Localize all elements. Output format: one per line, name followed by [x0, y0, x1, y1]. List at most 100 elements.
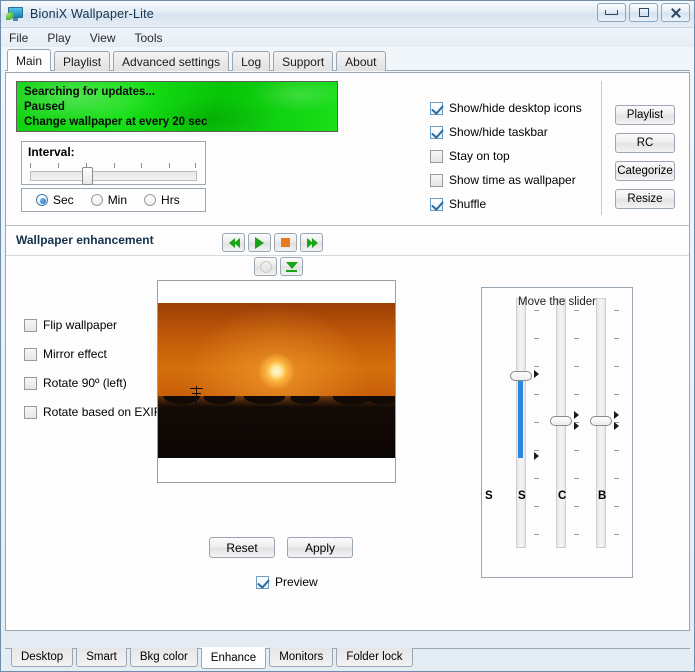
checkbox-show-hide-desktop-icons[interactable]: Show/hide desktop icons: [430, 101, 582, 115]
minimize-button[interactable]: [597, 3, 626, 22]
brightness-slider-thumb[interactable]: [590, 416, 612, 426]
checkbox-rotate-90-left[interactable]: Rotate 90º (left): [24, 376, 161, 390]
window-controls: [597, 3, 690, 22]
radio-min-label: Min: [107, 193, 128, 207]
radio-hrs-label: Hrs: [161, 193, 180, 207]
bottom-tab-enhance[interactable]: Enhance: [200, 648, 267, 669]
brightness-label: B: [598, 490, 607, 502]
saturation-slider[interactable]: S: [508, 298, 544, 548]
close-button[interactable]: [661, 3, 690, 22]
checkbox-label: Rotate based on EXIF: [43, 405, 162, 419]
checkbox-box: [430, 173, 443, 187]
contrast-slider[interactable]: C: [548, 298, 584, 548]
saturation-slider-fill: [518, 376, 523, 458]
bottom-tab-folder-lock[interactable]: Folder lock: [336, 648, 413, 667]
adjustment-slider-panel: Move the slider S S C B: [481, 287, 633, 578]
interval-label: Interval:: [28, 145, 75, 159]
checkbox-box: [256, 575, 269, 589]
tab-advanced-settings[interactable]: Advanced settings: [113, 51, 230, 71]
checkbox-label: Mirror effect: [43, 347, 107, 361]
download-button[interactable]: [280, 257, 303, 276]
checkbox-label: Stay on top: [449, 149, 510, 163]
checkbox-label: Show time as wallpaper: [449, 173, 576, 187]
radio-sec-dot: [36, 194, 48, 206]
interval-slider-track[interactable]: [30, 171, 197, 181]
tab-playlist[interactable]: Playlist: [54, 51, 111, 71]
main-tab-panel: Searching for updates... Paused Change w…: [5, 72, 690, 631]
checkbox-shuffle[interactable]: Shuffle: [430, 197, 582, 211]
tab-support[interactable]: Support: [273, 51, 334, 71]
interval-slider-thumb[interactable]: [82, 167, 93, 185]
bottom-tab-row: Desktop Smart Bkg color Enhance Monitors…: [11, 648, 416, 669]
play-button[interactable]: [248, 233, 271, 252]
checkbox-preview[interactable]: Preview: [256, 575, 318, 589]
options-checkbox-group: Show/hide desktop icons Show/hide taskba…: [430, 101, 582, 211]
saturation-slider-ticks: [534, 298, 540, 548]
bottom-tab-bkg-color[interactable]: Bkg color: [129, 648, 198, 667]
stop-button[interactable]: [274, 233, 297, 252]
interval-panel: Interval:: [21, 141, 206, 185]
sunset-wallpaper-thumbnail: [158, 303, 395, 458]
saturation-slider-thumb[interactable]: [510, 371, 532, 381]
rc-button[interactable]: RC: [615, 133, 675, 153]
tab-main[interactable]: Main: [7, 49, 52, 71]
checkbox-box: [430, 125, 443, 139]
playback-row-primary: [222, 233, 323, 252]
top-section: Searching for updates... Paused Change w…: [6, 73, 689, 276]
menu-item-file[interactable]: File: [9, 31, 28, 45]
rewind-icon: [228, 237, 240, 248]
checkbox-box: [24, 347, 37, 361]
menu-item-tools[interactable]: Tools: [134, 31, 162, 45]
checkbox-rotate-based-on-exif[interactable]: Rotate based on EXIF: [24, 405, 161, 419]
maximize-button[interactable]: [629, 3, 658, 22]
utility-pole: [190, 386, 203, 410]
checkbox-label: Preview: [275, 575, 318, 589]
checkbox-label: Show/hide desktop icons: [449, 101, 582, 115]
tab-log[interactable]: Log: [232, 51, 271, 71]
resize-button[interactable]: Resize: [615, 189, 675, 209]
menu-item-view[interactable]: View: [90, 31, 116, 45]
saturation-label: S: [518, 490, 526, 502]
brightness-slider[interactable]: B: [588, 298, 624, 548]
interval-slider-ticks: [30, 163, 197, 169]
wallpaper-preview-frame[interactable]: [157, 280, 396, 483]
next-button[interactable]: [300, 233, 323, 252]
tab-about[interactable]: About: [336, 51, 386, 71]
contrast-slider-thumb[interactable]: [550, 416, 572, 426]
monitor-leaf-icon: [6, 7, 24, 21]
radio-hrs[interactable]: Hrs: [144, 193, 180, 207]
checkbox-box: [430, 101, 443, 115]
checkbox-box: [24, 405, 37, 419]
reset-button[interactable]: Reset: [209, 537, 275, 558]
record-button[interactable]: [254, 257, 277, 276]
radio-min[interactable]: Min: [90, 193, 128, 207]
checkbox-stay-on-top[interactable]: Stay on top: [430, 149, 582, 163]
status-line-state: Paused: [24, 101, 65, 113]
checkbox-show-time-as-wallpaper[interactable]: Show time as wallpaper: [430, 173, 582, 187]
apply-button[interactable]: Apply: [287, 537, 353, 558]
title-bar: BioniX Wallpaper-Lite: [1, 1, 694, 28]
categorize-button[interactable]: Categorize: [615, 161, 675, 181]
previous-button[interactable]: [222, 233, 245, 252]
menu-item-play[interactable]: Play: [47, 31, 70, 45]
checkbox-label: Shuffle: [449, 197, 487, 211]
window-title: BioniX Wallpaper-Lite: [30, 7, 154, 21]
checkbox-label: Rotate 90º (left): [43, 376, 127, 390]
radio-sec[interactable]: Sec: [36, 193, 74, 207]
checkbox-flip-wallpaper[interactable]: Flip wallpaper: [24, 318, 161, 332]
arrow-down-icon: [285, 261, 298, 272]
enhancement-title: Wallpaper enhancement: [16, 233, 154, 247]
playback-row-secondary: [254, 257, 323, 276]
checkbox-label: Flip wallpaper: [43, 318, 118, 332]
checkbox-box: [24, 376, 37, 390]
brightness-marker-upper: [614, 411, 619, 419]
interval-slider[interactable]: [30, 163, 197, 185]
checkbox-show-hide-taskbar[interactable]: Show/hide taskbar: [430, 125, 582, 139]
checkbox-mirror-effect[interactable]: Mirror effect: [24, 347, 161, 361]
play-icon: [255, 236, 264, 249]
bottom-tab-smart[interactable]: Smart: [76, 648, 127, 667]
bottom-tab-monitors[interactable]: Monitors: [269, 648, 334, 667]
bottom-tab-desktop[interactable]: Desktop: [11, 648, 74, 667]
playlist-button[interactable]: Playlist: [615, 105, 675, 125]
top-tab-strip: Main Playlist Advanced settings Log Supp…: [1, 49, 694, 71]
